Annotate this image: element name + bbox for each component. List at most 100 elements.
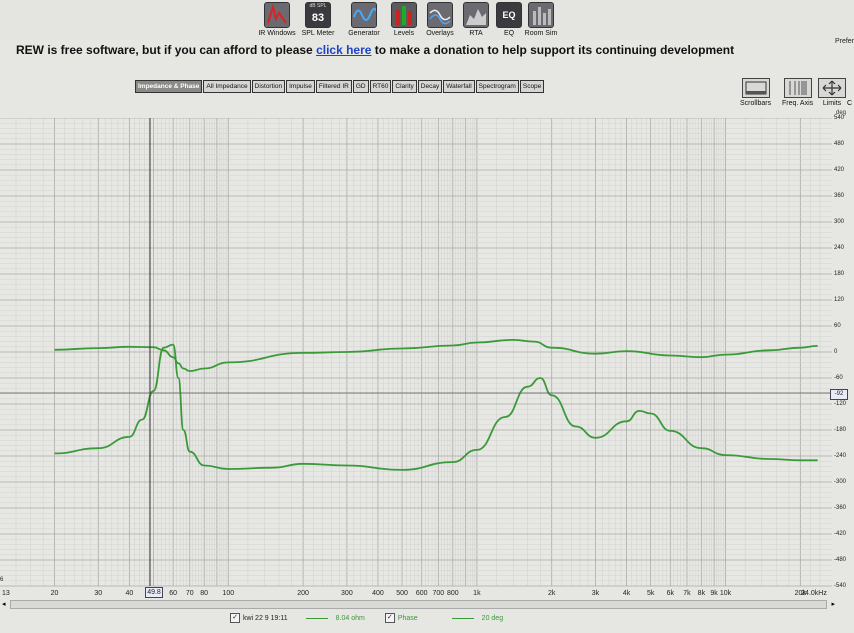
tab-spectrogram[interactable]: Spectrogram bbox=[475, 80, 519, 93]
freq-axis-label: Freq. Axis bbox=[782, 100, 814, 107]
tab-impedance-phase[interactable]: Impedance & Phase bbox=[135, 80, 203, 93]
donation-link[interactable]: click here bbox=[316, 43, 371, 57]
y-tick-label: -240 bbox=[834, 453, 847, 459]
graph-tabs: Impedance & Phase All Impedance Distorti… bbox=[135, 80, 545, 93]
rta-icon bbox=[463, 2, 489, 28]
ir-windows-icon bbox=[264, 2, 290, 28]
cursor-x-readout: 49.8 bbox=[145, 587, 163, 598]
tab-clarity[interactable]: Clarity bbox=[392, 80, 417, 93]
ir-windows-button[interactable]: IR Windows bbox=[255, 2, 299, 37]
x-tick-label: 7k bbox=[683, 590, 691, 597]
tab-rt60[interactable]: RT60 bbox=[369, 80, 392, 93]
y-tick-label: -180 bbox=[834, 427, 847, 433]
scrollbars-icon bbox=[741, 78, 770, 98]
tab-all-impedance[interactable]: All Impedance bbox=[203, 80, 251, 93]
x-tick-label: 1k bbox=[473, 590, 481, 597]
y-tick-label: 0 bbox=[834, 349, 838, 355]
tab-decay[interactable]: Decay bbox=[417, 80, 443, 93]
overlays-icon bbox=[427, 2, 453, 28]
legend-impedance-value: 8.04 ohm bbox=[335, 614, 365, 622]
y-tick-label: 60 bbox=[834, 323, 841, 329]
y-tick-label: -300 bbox=[834, 479, 847, 485]
legend-measurement-name: kwi 22 9 19:11 bbox=[243, 614, 288, 622]
horizontal-scrollbar[interactable]: ◂ ▸ bbox=[2, 600, 835, 609]
y-tick-label: 180 bbox=[834, 271, 845, 277]
y-tick-label: 120 bbox=[834, 297, 845, 303]
limits-label: Limits bbox=[822, 100, 842, 107]
x-tick-label: 200 bbox=[297, 590, 309, 597]
limits-button[interactable]: Limits bbox=[818, 78, 846, 107]
donation-banner: REW is free software, but if you can aff… bbox=[16, 43, 734, 57]
room-sim-icon bbox=[528, 2, 554, 28]
spl-meter-value: 83 bbox=[311, 12, 325, 24]
freq-axis-button[interactable]: Freq. Axis bbox=[782, 78, 813, 107]
x-tick-label: 8k bbox=[697, 590, 706, 597]
y-tick-label: -540 bbox=[834, 583, 847, 589]
tab-distortion[interactable]: Distortion bbox=[251, 80, 286, 93]
graph-legend: ✓ kwi 22 9 19:11 8.04 ohm ✓ Phase 20 deg bbox=[230, 612, 513, 624]
legend-impedance-swatch bbox=[305, 617, 328, 619]
ir-windows-label: IR Windows bbox=[258, 30, 296, 37]
legend-phase-swatch bbox=[451, 617, 474, 619]
trace-visible-checkbox[interactable]: ✓ bbox=[230, 613, 240, 623]
x-tick-label: 30 bbox=[94, 590, 103, 597]
banner-text-after: to make a donation to help support its c… bbox=[371, 43, 735, 57]
x-tick-label: 300 bbox=[341, 590, 353, 597]
y-tick-label: -360 bbox=[834, 505, 847, 511]
x-tick-label: 20 bbox=[50, 590, 59, 597]
y-tick-label: -60 bbox=[834, 375, 843, 381]
x-tick-label: 40 bbox=[125, 590, 134, 597]
cursor-y-readout: -92 bbox=[830, 389, 848, 400]
x-tick-label: 5k bbox=[646, 590, 655, 597]
y-tick-label: 360 bbox=[834, 193, 845, 199]
tab-waterfall[interactable]: Waterfall bbox=[443, 80, 475, 93]
y-tick-label: 480 bbox=[834, 141, 845, 147]
legend-phase-label: Phase bbox=[397, 614, 418, 622]
preferences-button[interactable]: Prefer bbox=[835, 38, 854, 45]
spl-meter-icon: dB SPL 83 bbox=[305, 2, 331, 28]
scrollbars-label: Scrollbars bbox=[740, 100, 772, 107]
generator-button[interactable]: Generator bbox=[342, 2, 386, 37]
y-tick-label: -420 bbox=[834, 531, 847, 537]
room-sim-label: Room Sim bbox=[524, 30, 558, 37]
x-tick-label: 6k bbox=[666, 590, 675, 597]
main-toolbar: IR Windows dB SPL 83 SPL Meter Generator… bbox=[0, 0, 854, 45]
x-tick-label: 600 bbox=[415, 590, 428, 597]
y-tick-label: 540 bbox=[834, 115, 845, 121]
spl-meter-button[interactable]: dB SPL 83 SPL Meter bbox=[296, 2, 340, 37]
x-tick-label: 4k bbox=[622, 590, 631, 597]
generator-label: Generator bbox=[348, 30, 380, 37]
freq-axis-icon bbox=[783, 78, 812, 98]
x-tick-label: 3k bbox=[591, 590, 600, 597]
x-tick-label: 2k bbox=[548, 590, 556, 597]
scrollbars-button[interactable]: Scrollbars bbox=[740, 78, 771, 107]
more-tools-label[interactable]: C bbox=[847, 100, 852, 107]
phase-visible-checkbox[interactable]: ✓ bbox=[384, 613, 395, 623]
tab-gd[interactable]: GD bbox=[352, 80, 369, 93]
impedance-phase-graph[interactable] bbox=[0, 118, 854, 588]
tab-scope[interactable]: Scope bbox=[519, 80, 545, 93]
y-tick-label: 420 bbox=[834, 167, 845, 173]
tab-filtered-ir[interactable]: Filtered IR bbox=[315, 80, 352, 93]
spl-meter-label: SPL Meter bbox=[301, 30, 335, 37]
tab-impulse[interactable]: Impulse bbox=[286, 80, 315, 93]
scroll-left-icon[interactable]: ◂ bbox=[2, 600, 6, 608]
y-tick-label: 300 bbox=[834, 219, 845, 225]
banner-text-before: REW is free software, but if you can aff… bbox=[16, 43, 317, 57]
x-tick-label: 70 bbox=[185, 590, 194, 597]
x-tick-label: 9k bbox=[710, 590, 718, 597]
y-tick-label: 240 bbox=[834, 245, 845, 251]
x-axis-start-label: 13 bbox=[2, 590, 10, 597]
legend-phase-value: 20 deg bbox=[481, 614, 504, 622]
x-tick-label: 400 bbox=[372, 590, 384, 597]
y-tick-label: -120 bbox=[834, 401, 847, 407]
levels-icon bbox=[391, 2, 417, 28]
x-tick-label: 100 bbox=[222, 590, 235, 597]
x-tick-label: 60 bbox=[169, 590, 178, 597]
limits-icon bbox=[818, 78, 846, 98]
x-tick-label: 700 bbox=[432, 590, 445, 597]
room-sim-button[interactable]: Room Sim bbox=[519, 2, 563, 37]
scroll-right-icon[interactable]: ▸ bbox=[831, 600, 835, 608]
x-tick-label: 10k bbox=[719, 590, 732, 597]
y-axis-left-fragment: 6 bbox=[0, 577, 4, 583]
